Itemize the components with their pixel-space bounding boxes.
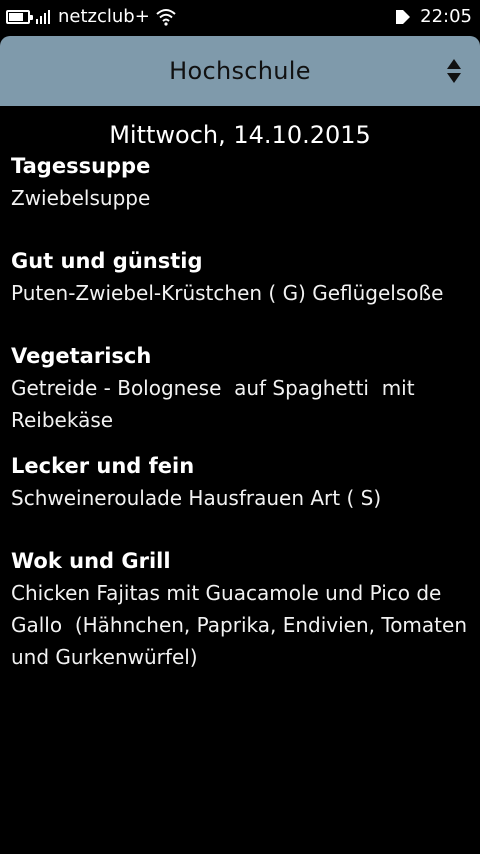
- menu-dish: Getreide - Bolognese auf Spaghetti mit R…: [11, 376, 421, 432]
- battery-level: [9, 13, 24, 21]
- menu-dish: Schweineroulade Hausfrauen Art ( S): [11, 486, 382, 510]
- menu-section: Tagessuppe Zwiebelsuppe: [11, 150, 470, 214]
- signal-bar: [48, 10, 50, 24]
- menu-dish: Zwiebelsuppe: [11, 186, 151, 210]
- menu-category: Vegetarisch: [11, 344, 152, 368]
- menu-date: Mittwoch, 14.10.2015: [109, 121, 371, 149]
- menu-category: Tagessuppe: [11, 154, 151, 178]
- signal-bar: [36, 19, 38, 24]
- menu-section: Vegetarisch Getreide - Bolognese auf Spa…: [11, 340, 470, 436]
- menu-category: Lecker und fein: [11, 454, 195, 478]
- menu-dish: Puten-Zwiebel-Krüstchen ( G) Geflügelsoß…: [11, 281, 444, 305]
- menu-dish: Chicken Fajitas mit Guacamole und Pico d…: [11, 581, 474, 669]
- dropdown-arrows-icon[interactable]: [446, 58, 462, 84]
- signal-bar: [44, 13, 46, 24]
- menu-category: Wok und Grill: [11, 549, 171, 573]
- menu-category: Gut und günstig: [11, 249, 203, 273]
- signal-bar: [40, 16, 42, 24]
- carrier-name: netzclub+: [58, 6, 150, 27]
- status-bar: netzclub+ 22:05: [0, 0, 480, 34]
- menu-section: Gut und günstig Puten-Zwiebel-Krüstchen …: [11, 245, 470, 309]
- header-title: Hochschule: [169, 57, 311, 85]
- notification-icon: [396, 10, 411, 24]
- menu-list: Tagessuppe Zwiebelsuppe Gut und günstig …: [11, 150, 470, 673]
- status-right: 22:05: [394, 6, 472, 28]
- battery-icon: [6, 10, 33, 24]
- location-selector[interactable]: Hochschule: [0, 36, 480, 106]
- menu-section: Lecker und fein Schweineroulade Hausfrau…: [11, 450, 470, 514]
- wifi-icon: [156, 9, 176, 26]
- clock: 22:05: [420, 6, 472, 27]
- status-left: netzclub+: [6, 6, 176, 28]
- menu-section: Wok und Grill Chicken Fajitas mit Guacam…: [11, 545, 470, 673]
- menu-content: Mittwoch, 14.10.2015 Tagessuppe Zwiebels…: [0, 106, 480, 673]
- signal-strength-icon: [36, 10, 52, 24]
